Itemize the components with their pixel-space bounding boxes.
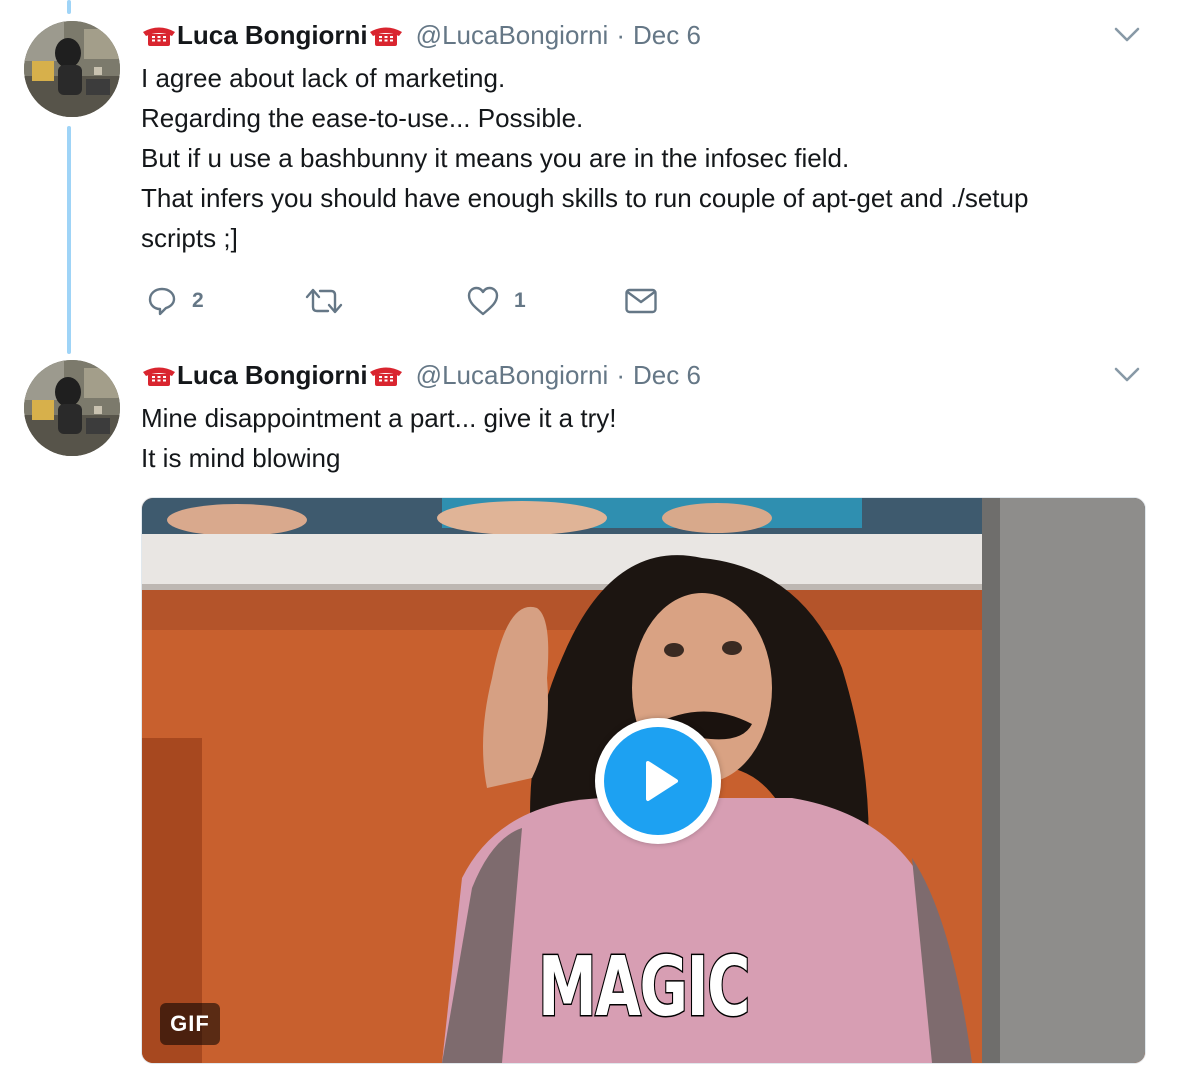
tweet-header: Luca Bongiorni @LucaBongiorni · Dec 6 [141,357,701,393]
like-button[interactable]: 1 [466,282,526,320]
play-button[interactable] [595,718,721,844]
telephone-emoji-icon [141,363,177,387]
telephone-emoji-icon [368,23,404,47]
avatar[interactable] [24,21,120,117]
timestamp[interactable]: Dec 6 [633,360,701,391]
chevron-down-icon[interactable] [1114,26,1140,44]
gif-caption: MAGIC [537,939,752,1037]
avatar-image [24,360,120,456]
tweet-text: Mine disappointment a part... give it a … [141,398,1141,478]
envelope-icon [625,288,657,314]
avatar[interactable] [24,360,120,456]
tweet-text-line: That infers you should have enough skill… [141,183,1029,213]
gif-badge: GIF [160,1003,220,1045]
tweet-text-line: Mine disappointment a part... give it a … [141,403,617,433]
tweet-text-line: It is mind blowing [141,443,341,473]
display-name[interactable]: Luca Bongiorni [177,20,368,51]
tweet-text-line: I agree about lack of marketing. [141,63,506,93]
telephone-emoji-icon [368,363,404,387]
screen-name[interactable]: @LucaBongiorni [416,360,609,391]
tweet-text-line: Regarding the ease-to-use... Possible. [141,103,584,133]
timestamp[interactable]: Dec 6 [633,20,701,51]
play-icon [646,761,678,801]
tweet-1[interactable]: Luca Bongiorni @LucaBongiorni · Dec 6 I … [0,0,1180,340]
tweet-header: Luca Bongiorni @LucaBongiorni · Dec 6 [141,17,701,53]
retweet-button[interactable] [304,282,358,320]
telephone-emoji-icon [141,23,177,47]
chevron-down-icon[interactable] [1114,366,1140,384]
heart-icon [467,286,499,316]
reply-button[interactable]: 2 [146,282,204,320]
tweet-actions: 2 1 [146,282,746,320]
avatar-image [24,21,120,117]
tweet-text-line: scripts ;] [141,223,238,253]
like-count: 1 [514,289,526,312]
screen-name[interactable]: @LucaBongiorni [416,20,609,51]
retweet-icon [305,288,343,314]
tweet-text-line: But if u use a bashbunny it means you ar… [141,143,850,173]
separator-dot: · [616,19,625,50]
reply-icon [148,287,176,316]
gif-media[interactable]: MAGIC GIF [141,497,1146,1064]
reply-count: 2 [192,289,204,312]
direct-message-button[interactable] [624,282,658,320]
tweet-2[interactable]: Luca Bongiorni @LucaBongiorni · Dec 6 Mi… [0,340,1180,1080]
tweet-text: I agree about lack of marketing. Regardi… [141,58,1141,258]
separator-dot: · [616,359,625,390]
display-name[interactable]: Luca Bongiorni [177,360,368,391]
